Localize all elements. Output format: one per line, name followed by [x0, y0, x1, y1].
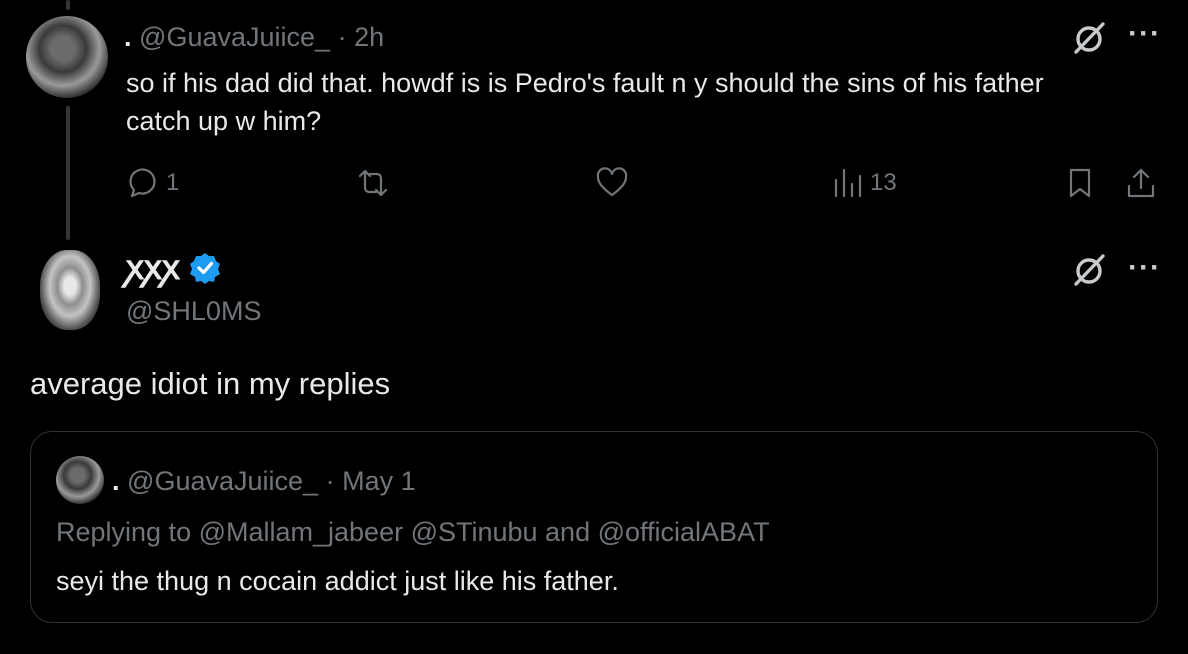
retweet-button[interactable] — [356, 166, 396, 200]
thread-line — [66, 106, 70, 240]
more-icon[interactable]: ··· — [1128, 253, 1161, 283]
quoted-tweet-header: . @GuavaJuiice_ · May 1 — [112, 464, 416, 498]
bookmark-button[interactable] — [1063, 166, 1097, 200]
views-icon — [834, 168, 862, 198]
replying-to: Replying to @Mallam_jabeer @STinubu and … — [56, 517, 770, 547]
quoted-display-name: . — [112, 466, 120, 496]
timestamp[interactable]: 2h — [354, 22, 384, 52]
reply-count: 1 — [166, 169, 180, 196]
display-name[interactable]: . — [124, 22, 132, 52]
share-button[interactable] — [1124, 166, 1158, 200]
verified-badge-icon[interactable] — [188, 251, 222, 285]
tweet-header: . @GuavaJuiice_ · 2h — [124, 20, 384, 54]
separator: · — [325, 466, 335, 496]
quoted-avatar — [56, 456, 104, 504]
grok-icon[interactable] — [1070, 252, 1108, 295]
avatar[interactable] — [26, 16, 108, 98]
quoted-handle: @GuavaJuiice_ — [127, 466, 319, 496]
like-button[interactable] — [595, 166, 635, 200]
views-button[interactable]: 13 — [830, 166, 897, 200]
reply-button[interactable]: 1 — [126, 166, 179, 200]
grok-icon[interactable] — [1070, 20, 1108, 63]
views-count: 13 — [870, 169, 897, 196]
display-name[interactable]: ꭗꭗꭗ — [126, 248, 180, 288]
action-bar: 1 13 — [126, 166, 1166, 206]
more-icon[interactable]: ··· — [1128, 19, 1161, 49]
quoted-tweet-text: seyi the thug n cocain addict just like … — [56, 566, 619, 596]
quoted-date: May 1 — [342, 466, 416, 496]
tweet-author: ꭗꭗꭗ — [126, 248, 222, 288]
handle[interactable]: @SHL0MS — [126, 294, 261, 328]
separator: · — [337, 22, 347, 52]
bookmark-icon — [1069, 168, 1091, 198]
thread-line-top — [66, 0, 70, 10]
avatar[interactable] — [40, 250, 100, 330]
reply-icon — [129, 168, 156, 198]
like-icon — [596, 167, 628, 197]
tweet-text: so if his dad did that. howdf is is Pedr… — [126, 68, 1044, 136]
handle[interactable]: @GuavaJuiice_ — [139, 22, 330, 52]
share-icon — [1127, 168, 1155, 198]
tweet-text: average idiot in my replies — [30, 366, 391, 401]
retweet-icon — [358, 169, 388, 197]
